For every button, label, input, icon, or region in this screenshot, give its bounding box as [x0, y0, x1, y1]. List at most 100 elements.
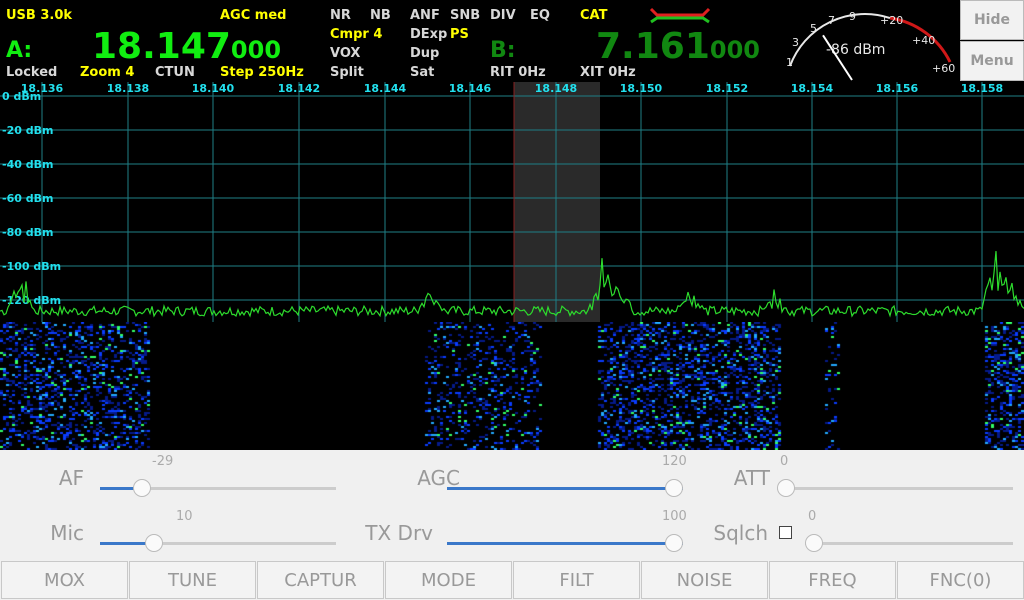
slider-track[interactable] [777, 487, 1013, 490]
split-label[interactable]: Split [330, 65, 364, 80]
sat-label[interactable]: Sat [410, 65, 434, 80]
frequency-tick-label: 18.158 [961, 82, 1003, 95]
frequency-tick-label: 18.148 [535, 82, 577, 95]
locked-label[interactable]: Locked [6, 65, 57, 80]
meter-tick-label: 3 [792, 36, 799, 49]
mode-button[interactable]: MODE [385, 561, 512, 599]
anf-label[interactable]: ANF [410, 8, 440, 23]
xit-label[interactable]: XIT 0Hz [580, 65, 636, 80]
att-label: ATT [733, 466, 770, 490]
compressor-label[interactable]: Cmpr 4 [330, 27, 382, 42]
agc-label[interactable]: AGC med [220, 8, 286, 23]
squelch-value: 0 [808, 509, 817, 524]
spectrum-display[interactable]: 18.136 18.138 18.140 18.142 18.144 18.146 18.1… [0, 82, 1024, 322]
db-tick-label: 0 dBm [2, 90, 41, 103]
dexp-label[interactable]: DExp [410, 27, 447, 42]
frequency-tick-label: 18.140 [192, 82, 235, 95]
filter-passband [514, 82, 600, 322]
slider-track[interactable] [805, 542, 1013, 545]
zoom-label[interactable]: Zoom 4 [80, 65, 134, 80]
db-tick-label: -40 dBm [2, 158, 53, 171]
mode-label[interactable]: USB 3.0k [6, 8, 72, 23]
eq-label[interactable]: EQ [530, 8, 550, 23]
meter-tick-label: +40 [912, 34, 935, 47]
freq-button[interactable]: FREQ [769, 561, 896, 599]
squelch-label: Sqlch [713, 521, 768, 545]
frequency-tick-label: 18.146 [449, 82, 492, 95]
frequency-tick-label: 18.144 [364, 82, 407, 95]
frequency-tick-label: 18.150 [620, 82, 663, 95]
vfo-b-label: B: [490, 38, 516, 63]
slider-handle[interactable] [145, 534, 163, 552]
vfo-b-freq-sub: 000 [709, 36, 760, 64]
filter-button[interactable]: FILT [513, 561, 640, 599]
slider-handle[interactable] [805, 534, 823, 552]
ctun-label[interactable]: CTUN [155, 65, 195, 80]
agc-gain-value: 120 [662, 454, 687, 469]
frequency-tick-label: 18.142 [278, 82, 320, 95]
slider-fill [447, 542, 683, 545]
db-tick-label: -20 dBm [2, 124, 53, 137]
rit-label[interactable]: RIT 0Hz [490, 65, 546, 80]
frequency-tick-label: 18.152 [706, 82, 748, 95]
s-meter: 1 3 5 7 9 +20 +40 +60 -86 dBm [786, 10, 955, 81]
panadapter[interactable]: 18.136 18.138 18.140 18.142 18.144 18.146 18.1… [0, 82, 1024, 322]
vfo-a-freq-sub: 000 [230, 36, 282, 64]
capture-button[interactable]: CAPTUR [257, 561, 384, 599]
meter-reading: -86 dBm [826, 42, 885, 58]
meter-tick-label: 9 [849, 10, 856, 23]
slider-handle[interactable] [133, 479, 151, 497]
function-button[interactable]: FNC(0) [897, 561, 1024, 599]
waterfall[interactable] [0, 322, 1024, 450]
frequency-tick-label: 18.154 [791, 82, 834, 95]
frequency-tick-label: 18.156 [876, 82, 919, 95]
meter-tick-label: 5 [810, 22, 817, 35]
mic-value: 10 [176, 509, 193, 524]
nb-label[interactable]: NB [370, 8, 391, 23]
db-tick-label: -80 dBm [2, 226, 53, 239]
control-panel: AF -29 AGC 120 ATT 0 Mic 10 TX Drv 100 S… [0, 450, 1024, 560]
meter-tick-label: +60 [932, 62, 955, 75]
vox-label[interactable]: VOX [330, 46, 360, 61]
meter-tick-label: 1 [786, 56, 793, 69]
db-tick-label: -60 dBm [2, 192, 53, 205]
status-indicator-icon [649, 7, 711, 24]
spectrum-trace [0, 251, 1024, 318]
meter-scale-arc [789, 13, 891, 67]
vfo-a-label: A: [6, 38, 33, 63]
meter-tick-label: 7 [828, 14, 835, 27]
button-bar: MOX TUNE CAPTUR MODE FILT NOISE FREQ FNC… [0, 560, 1024, 600]
db-tick-label: -100 dBm [2, 260, 61, 273]
status-bar: USB 3.0k AGC med A: 18.147000 Locked Zoo… [0, 0, 1024, 82]
slider-fill [447, 487, 683, 490]
squelch-checkbox[interactable] [779, 526, 792, 539]
frequency-tick-label: 18.138 [107, 82, 149, 95]
dup-label[interactable]: Dup [410, 46, 439, 61]
vfo-b-freq-main: 7.161 [596, 26, 710, 67]
vfo-b-frequency[interactable]: 7.161000 [596, 26, 760, 67]
tx-drive-value: 100 [662, 509, 687, 524]
snb-label[interactable]: SNB [450, 8, 480, 23]
vfo-a-freq-main: 18.147 [92, 26, 231, 67]
tx-drive-label: TX Drv [365, 521, 433, 545]
mic-label: Mic [50, 521, 84, 545]
vfo-a-frequency[interactable]: 18.147000 [92, 26, 281, 67]
step-label[interactable]: Step 250Hz [220, 65, 304, 80]
div-label[interactable]: DIV [490, 8, 516, 23]
slider-handle[interactable] [665, 479, 683, 497]
af-label: AF [58, 466, 84, 490]
waterfall-canvas[interactable] [0, 322, 1024, 450]
cat-label[interactable]: CAT [580, 8, 607, 23]
meter-tick-label: +20 [880, 14, 903, 27]
hide-button[interactable]: Hide [960, 0, 1024, 40]
menu-button[interactable]: Menu [960, 41, 1024, 81]
ps-label[interactable]: PS [450, 27, 469, 42]
nr-label[interactable]: NR [330, 8, 351, 23]
slider-handle[interactable] [665, 534, 683, 552]
af-value: -29 [152, 454, 174, 469]
att-value: 0 [780, 454, 789, 469]
tune-button[interactable]: TUNE [129, 561, 256, 599]
slider-handle[interactable] [777, 479, 795, 497]
noise-button[interactable]: NOISE [641, 561, 768, 599]
mox-button[interactable]: MOX [1, 561, 128, 599]
